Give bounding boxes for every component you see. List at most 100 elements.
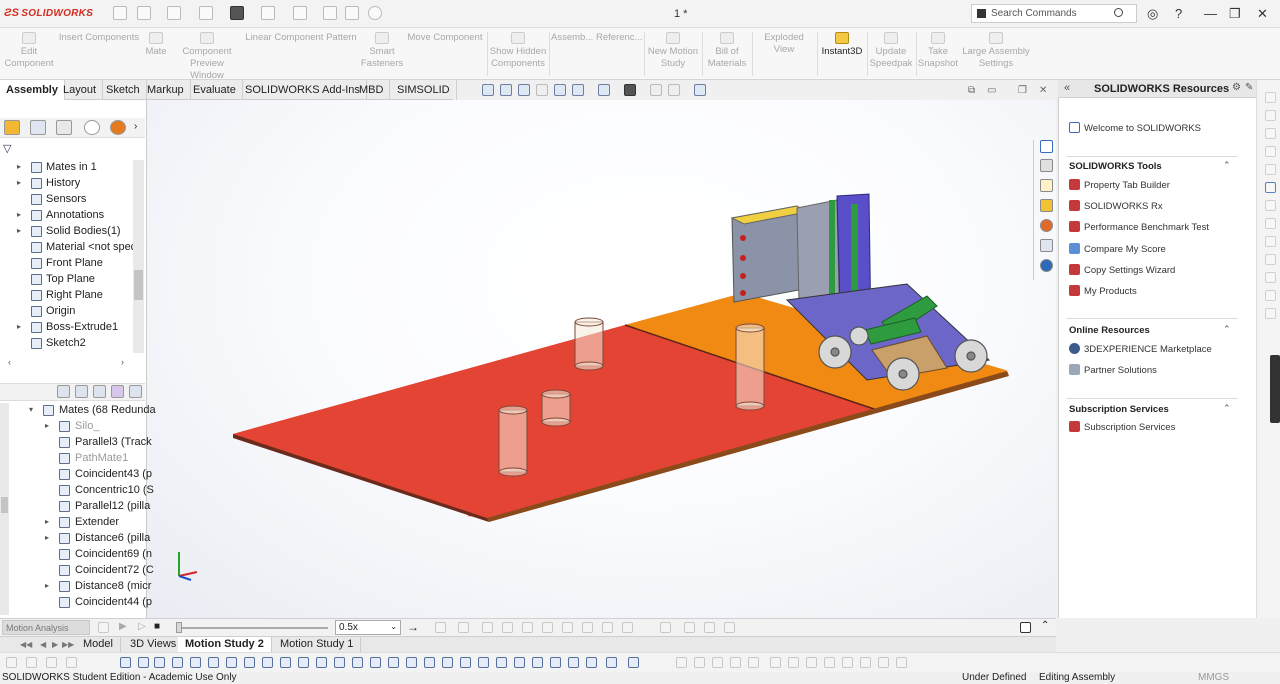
tool-icon[interactable] <box>1265 128 1276 139</box>
edit-component-button[interactable]: Edit Component <box>4 32 54 70</box>
sketch-tool-icon[interactable] <box>676 657 687 668</box>
tab-model[interactable]: Model <box>76 637 121 653</box>
configuration-manager-icon[interactable] <box>56 120 72 135</box>
sketch-tool-icon[interactable] <box>406 657 417 668</box>
sketch-tool-icon[interactable] <box>138 657 149 668</box>
expand-arrow-icon[interactable]: ▸ <box>45 421 49 430</box>
add-key-icon[interactable] <box>502 622 513 633</box>
appearances-icon[interactable] <box>1040 219 1053 232</box>
tree-item[interactable]: ▸ Mates in 1 <box>0 160 132 176</box>
motion-tree-item[interactable]: Parallel12 (pilla <box>0 499 150 515</box>
pin-icon[interactable]: ✎ <box>1245 82 1253 93</box>
sketch-tool-icon[interactable] <box>352 657 363 668</box>
tab-3d-views[interactable]: 3D Views <box>123 637 185 653</box>
large-assembly-settings-button[interactable]: Large Assembly Settings <box>962 32 1030 70</box>
sketch-tool-icon[interactable] <box>532 657 543 668</box>
help-icon[interactable]: ? <box>1175 6 1182 21</box>
tab-evaluate[interactable]: Evaluate <box>187 80 243 100</box>
units-label[interactable]: MMGS <box>1198 672 1229 683</box>
dimxpert-icon[interactable] <box>84 120 100 135</box>
tool-icon[interactable] <box>1265 272 1276 283</box>
sketch-tool-icon[interactable] <box>46 657 57 668</box>
new-document-icon[interactable] <box>137 6 151 20</box>
expand-arrow-icon[interactable]: ▸ <box>17 178 21 187</box>
filter-animated-icon[interactable] <box>57 385 70 398</box>
scroll-left-icon[interactable]: ‹ <box>8 357 11 367</box>
sketch-tool-icon[interactable] <box>770 657 781 668</box>
feature-manager-icon[interactable] <box>4 120 20 135</box>
motion-tree-item[interactable]: ▸ Silo_ <box>0 419 145 435</box>
filter-selected-icon[interactable] <box>93 385 106 398</box>
sketch-tool-icon[interactable] <box>824 657 835 668</box>
playback-slider-thumb[interactable] <box>176 622 182 633</box>
results-icon[interactable] <box>660 622 671 633</box>
tree-item[interactable]: ▸ Annotations <box>0 208 132 224</box>
user-icon[interactable]: ◎ <box>1147 6 1158 22</box>
sketch-tool-icon[interactable] <box>120 657 131 668</box>
chevron-right-icon[interactable]: › <box>86 7 89 18</box>
sketch-tool-icon[interactable] <box>226 657 237 668</box>
tree-item[interactable]: Sensors <box>0 192 132 208</box>
tool-icon[interactable] <box>1265 254 1276 265</box>
expand-arrow-icon[interactable]: ▸ <box>45 517 49 526</box>
expand-arrow-icon[interactable]: ▾ <box>29 405 33 414</box>
sketch-tool-icon[interactable] <box>244 657 255 668</box>
sketch-tool-icon[interactable] <box>788 657 799 668</box>
next-tab-icon[interactable]: ▶ <box>52 640 58 649</box>
expand-arrow-icon[interactable]: ▸ <box>17 162 21 171</box>
sketch-tool-icon[interactable] <box>842 657 853 668</box>
view-orientation-icon[interactable] <box>572 84 584 96</box>
motion-tree-item[interactable]: Coincident69 (n <box>0 547 152 563</box>
feature-tree-scrollbar[interactable] <box>133 160 144 353</box>
save-animation-icon[interactable] <box>435 622 446 633</box>
collapse-icon[interactable] <box>704 622 715 633</box>
mate-button[interactable]: Mate <box>142 32 170 58</box>
sketch-tool-icon[interactable] <box>442 657 453 668</box>
tool-icon[interactable] <box>1265 308 1276 319</box>
tool-icon[interactable] <box>1265 236 1276 247</box>
tool-icon[interactable] <box>1265 182 1276 193</box>
sketch-tool-icon[interactable] <box>316 657 327 668</box>
animation-wizard-icon[interactable] <box>458 622 469 633</box>
sketch-tool-icon[interactable] <box>208 657 219 668</box>
3dexperience-icon[interactable] <box>1040 259 1053 272</box>
motion-tree-item[interactable]: ▾ Mates (68 Redunda <box>0 403 156 419</box>
resource-link[interactable]: Subscription Services <box>1084 422 1175 433</box>
linear-pattern-button[interactable]: Linear Component Pattern <box>244 32 358 44</box>
reference-geometry-button[interactable]: Referenc... <box>596 32 642 44</box>
sketch-tool-icon[interactable] <box>568 657 579 668</box>
sketch-tool-icon[interactable] <box>478 657 489 668</box>
display-style-icon[interactable] <box>598 84 610 96</box>
tab-assembly[interactable]: Assembly <box>0 80 65 100</box>
viewport-restore-icon[interactable]: ❐ <box>1018 85 1027 96</box>
tool-link[interactable]: Property Tab Builder <box>1084 180 1170 191</box>
sketch-tool-icon[interactable] <box>878 657 889 668</box>
sketch-tool-icon[interactable] <box>280 657 291 668</box>
tab-addins[interactable]: SOLIDWORKS Add-Ins <box>239 80 367 100</box>
tool-icon[interactable] <box>1265 92 1276 103</box>
view-palette-icon[interactable] <box>1040 199 1053 212</box>
play-from-start-icon[interactable]: ▶ <box>119 621 127 632</box>
tool-link[interactable]: Compare My Score <box>1084 244 1166 255</box>
display-manager-icon[interactable] <box>110 120 126 135</box>
zoom-to-fit-icon[interactable] <box>482 84 494 96</box>
sketch-tool-icon[interactable] <box>896 657 907 668</box>
sketch-tool-icon[interactable] <box>26 657 37 668</box>
sketch-tool-icon[interactable] <box>550 657 561 668</box>
tab-markup[interactable]: Markup <box>141 80 191 100</box>
component-preview-button[interactable]: Component Preview Window <box>172 32 242 82</box>
select-icon[interactable] <box>293 6 307 20</box>
resource-link[interactable]: 3DEXPERIENCE Marketplace <box>1084 344 1212 355</box>
scroll-right-icon[interactable]: › <box>121 357 124 367</box>
appearance-icon[interactable] <box>650 84 662 96</box>
take-snapshot-button[interactable]: Take Snapshot <box>917 32 959 70</box>
tool-link[interactable]: Performance Benchmark Test <box>1084 222 1209 233</box>
tree-item[interactable]: ▸ Solid Bodies(1) <box>0 224 132 240</box>
previous-view-icon[interactable] <box>518 84 530 96</box>
instant3d-button[interactable]: Instant3D <box>819 32 865 58</box>
tree-item[interactable]: Right Plane <box>0 288 132 304</box>
resources-tab-icon[interactable] <box>1040 140 1053 153</box>
filter-icon[interactable]: ▽ <box>3 142 11 155</box>
scroll-thumb[interactable] <box>134 270 143 300</box>
sketch-tool-icon[interactable] <box>606 657 617 668</box>
